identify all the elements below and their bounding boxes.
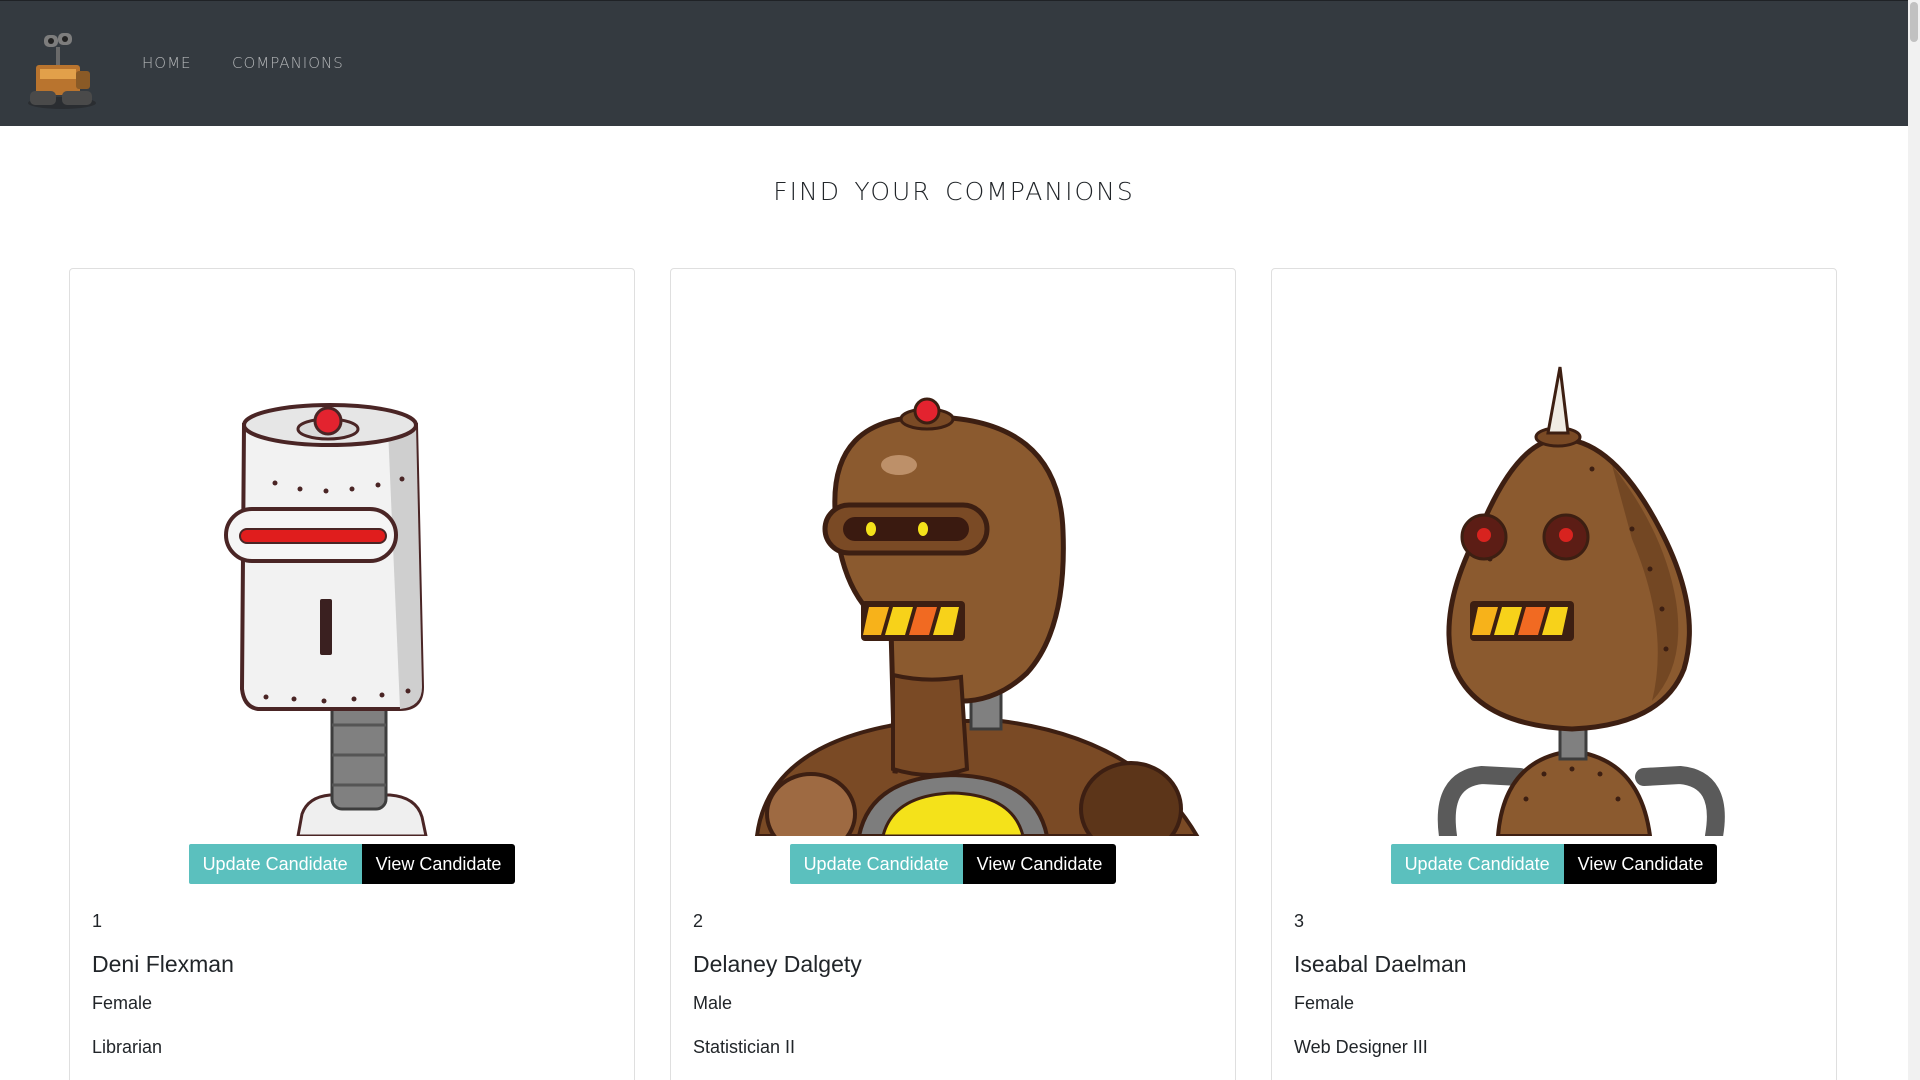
update-candidate-button[interactable]: Update Candidate xyxy=(1390,844,1564,884)
view-candidate-button[interactable]: View Candidate xyxy=(361,844,516,884)
candidate-gender: Female xyxy=(92,993,153,1013)
page-title: Find your companions xyxy=(773,168,1135,209)
nav-companions-link[interactable]: companions xyxy=(232,49,344,73)
candidate-name: Deni Flexman xyxy=(92,951,234,977)
scrollbar-thumb[interactable] xyxy=(1910,2,1918,42)
white-box-robot-image xyxy=(70,269,634,836)
candidate-job: Librarian xyxy=(92,1037,163,1057)
candidate-name: Delaney Dalgety xyxy=(693,951,862,977)
nav-home-link[interactable]: Home xyxy=(142,49,192,73)
brown-spike-robot-image xyxy=(1272,269,1836,836)
navbar: Home companions xyxy=(0,0,1908,126)
candidate-card: Update Candidate View Candidate 1 Deni Fl… xyxy=(69,268,635,1080)
vertical-scrollbar[interactable] xyxy=(1908,0,1920,1080)
view-candidate-button[interactable]: View Candidate xyxy=(962,844,1117,884)
update-candidate-button[interactable]: Update Candidate xyxy=(789,844,963,884)
candidate-id: 3 xyxy=(1294,911,1305,931)
candidate-name: Iseabal Daelman xyxy=(1294,951,1467,977)
candidate-gender: Female xyxy=(1294,993,1355,1013)
walle-logo-icon[interactable] xyxy=(22,25,102,111)
card-button-group: Update Candidate View Candidate xyxy=(1272,844,1836,884)
page: Home companions Find your companions xyxy=(0,0,1908,1080)
brown-visor-robot-image xyxy=(671,269,1235,836)
candidate-id: 2 xyxy=(693,911,704,931)
update-candidate-button[interactable]: Update Candidate xyxy=(188,844,362,884)
candidate-job: Web Designer III xyxy=(1294,1037,1428,1057)
candidate-id: 1 xyxy=(92,911,103,931)
card-button-group: Update Candidate View Candidate xyxy=(671,844,1235,884)
candidate-card: Update Candidate View Candidate 3 Iseabal… xyxy=(1271,268,1837,1080)
candidate-card: Update Candidate View Candidate 2 Delaney… xyxy=(670,268,1236,1080)
candidate-job: Statistician II xyxy=(693,1037,796,1057)
card-button-group: Update Candidate View Candidate xyxy=(70,844,634,884)
view-candidate-button[interactable]: View Candidate xyxy=(1563,844,1718,884)
candidate-gender: Male xyxy=(693,993,733,1013)
